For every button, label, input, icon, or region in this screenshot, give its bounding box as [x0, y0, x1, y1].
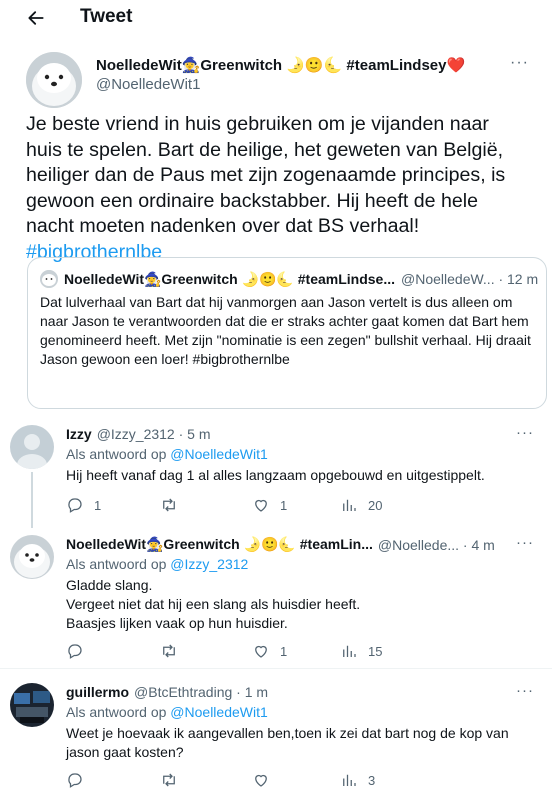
reply-meta: @BtcEthtrading · 1 m	[134, 684, 269, 700]
reply-text-line: Vergeet niet dat hij een slang als huisd…	[66, 596, 361, 612]
replying-label: Als antwoord op	[66, 446, 167, 462]
reply-text-line: Gladde slang.	[66, 577, 153, 593]
divider	[0, 668, 552, 669]
like-action[interactable]: 1	[252, 642, 287, 660]
quote-author-name: NoelledeWit🧙‍♀️Greenwitch 🌛🙂🌜 #teamLinds…	[64, 270, 395, 287]
tweet-body: Je beste vriend in huis gebruiken om je …	[26, 113, 506, 237]
views-count: 15	[368, 643, 383, 659]
more-icon[interactable]: ···	[516, 682, 534, 699]
more-icon[interactable]: ···	[510, 54, 529, 72]
views-icon	[343, 499, 356, 511]
reply-text: Hij heeft vanaf dag 1 al alles langzaam …	[66, 466, 526, 485]
avatar[interactable]	[10, 425, 54, 469]
retweet-action[interactable]	[160, 771, 178, 789]
views-count: 20	[368, 497, 383, 513]
page-title: Tweet	[80, 6, 133, 27]
quote-meta: @NoelledeW... · 12 m	[401, 271, 539, 287]
reply-text: Weet je hoevaak ik aangevallen ben,toen …	[66, 724, 526, 762]
reply-action[interactable]	[66, 642, 94, 660]
tweet-actions: 1 1 20	[66, 496, 536, 516]
thread-line	[31, 472, 33, 528]
like-count: 1	[280, 497, 288, 513]
retweet-icon	[163, 644, 175, 658]
replying-label: Als antwoord op	[66, 556, 167, 572]
like-count: 1	[280, 643, 288, 659]
tweet-actions: 1 15	[66, 642, 536, 662]
like-icon	[255, 645, 267, 658]
retweet-action[interactable]	[160, 496, 178, 514]
like-icon	[255, 774, 267, 787]
reply-action[interactable]: 1	[66, 496, 101, 514]
mention-link[interactable]: @Izzy_2312	[170, 556, 248, 572]
views-count: 3	[368, 772, 376, 788]
avatar	[40, 270, 58, 288]
like-action[interactable]	[252, 771, 280, 789]
reply-icon	[68, 773, 82, 788]
more-icon[interactable]: ···	[516, 534, 534, 551]
author-handle[interactable]: @NoelledeWit1	[96, 76, 536, 93]
tweet-actions: 3	[66, 771, 536, 791]
avatar[interactable]	[10, 535, 54, 579]
retweet-icon	[163, 498, 175, 512]
reply-text-line: Hij heeft vanaf dag 1 al alles langzaam …	[66, 467, 485, 483]
views-action[interactable]: 20	[340, 496, 382, 514]
views-action[interactable]: 3	[340, 771, 375, 789]
more-icon[interactable]: ···	[516, 424, 534, 441]
views-icon	[343, 645, 356, 657]
like-action[interactable]: 1	[252, 496, 287, 514]
views-action[interactable]: 15	[340, 642, 382, 660]
reply-count: 1	[94, 497, 102, 513]
like-icon	[255, 499, 267, 512]
reply-author-name[interactable]: NoelledeWit🧙‍♀️Greenwitch 🌛🙂🌜 #teamLin..…	[66, 536, 373, 553]
quote-text: Dat lulverhaal van Bart dat hij vanmorge…	[40, 294, 531, 367]
mention-link[interactable]: @NoelledeWit1	[170, 446, 267, 462]
reply-text: Gladde slang. Vergeet niet dat hij een s…	[66, 576, 526, 633]
views-icon	[343, 774, 356, 786]
mention-link[interactable]: @NoelledeWit1	[170, 704, 267, 720]
reply-icon	[68, 644, 82, 659]
back-arrow-icon[interactable]	[24, 6, 48, 30]
top-bar: Tweet	[0, 0, 552, 36]
replying-label: Als antwoord op	[66, 704, 167, 720]
reply-text-line: Weet je hoevaak ik aangevallen ben,toen …	[66, 725, 509, 741]
avatar[interactable]	[10, 683, 54, 727]
reply-meta: @Izzy_2312 · 5 m	[96, 426, 211, 442]
reply-author-name[interactable]: guillermo	[66, 684, 129, 700]
reply-meta: @Noellede... · 4 m	[377, 536, 495, 553]
retweet-icon	[163, 773, 175, 787]
reply-text-line: jason gaat kosten?	[66, 744, 184, 760]
retweet-action[interactable]	[160, 642, 178, 660]
quoted-tweet[interactable]: NoelledeWit🧙‍♀️Greenwitch 🌛🙂🌜 #teamLinds…	[27, 257, 547, 409]
tweet-text: Je beste vriend in huis gebruiken om je …	[26, 112, 526, 265]
reply-author-name[interactable]: Izzy	[66, 426, 92, 442]
reply-action[interactable]	[66, 771, 94, 789]
reply-icon	[68, 498, 82, 513]
author-name[interactable]: NoelledeWit🧙‍♀️Greenwitch 🌛🙂🌜 #teamLinds…	[96, 56, 536, 74]
reply-text-line: Baasjes lijken vaak op hun huisdier.	[66, 615, 288, 631]
avatar[interactable]	[26, 52, 82, 108]
